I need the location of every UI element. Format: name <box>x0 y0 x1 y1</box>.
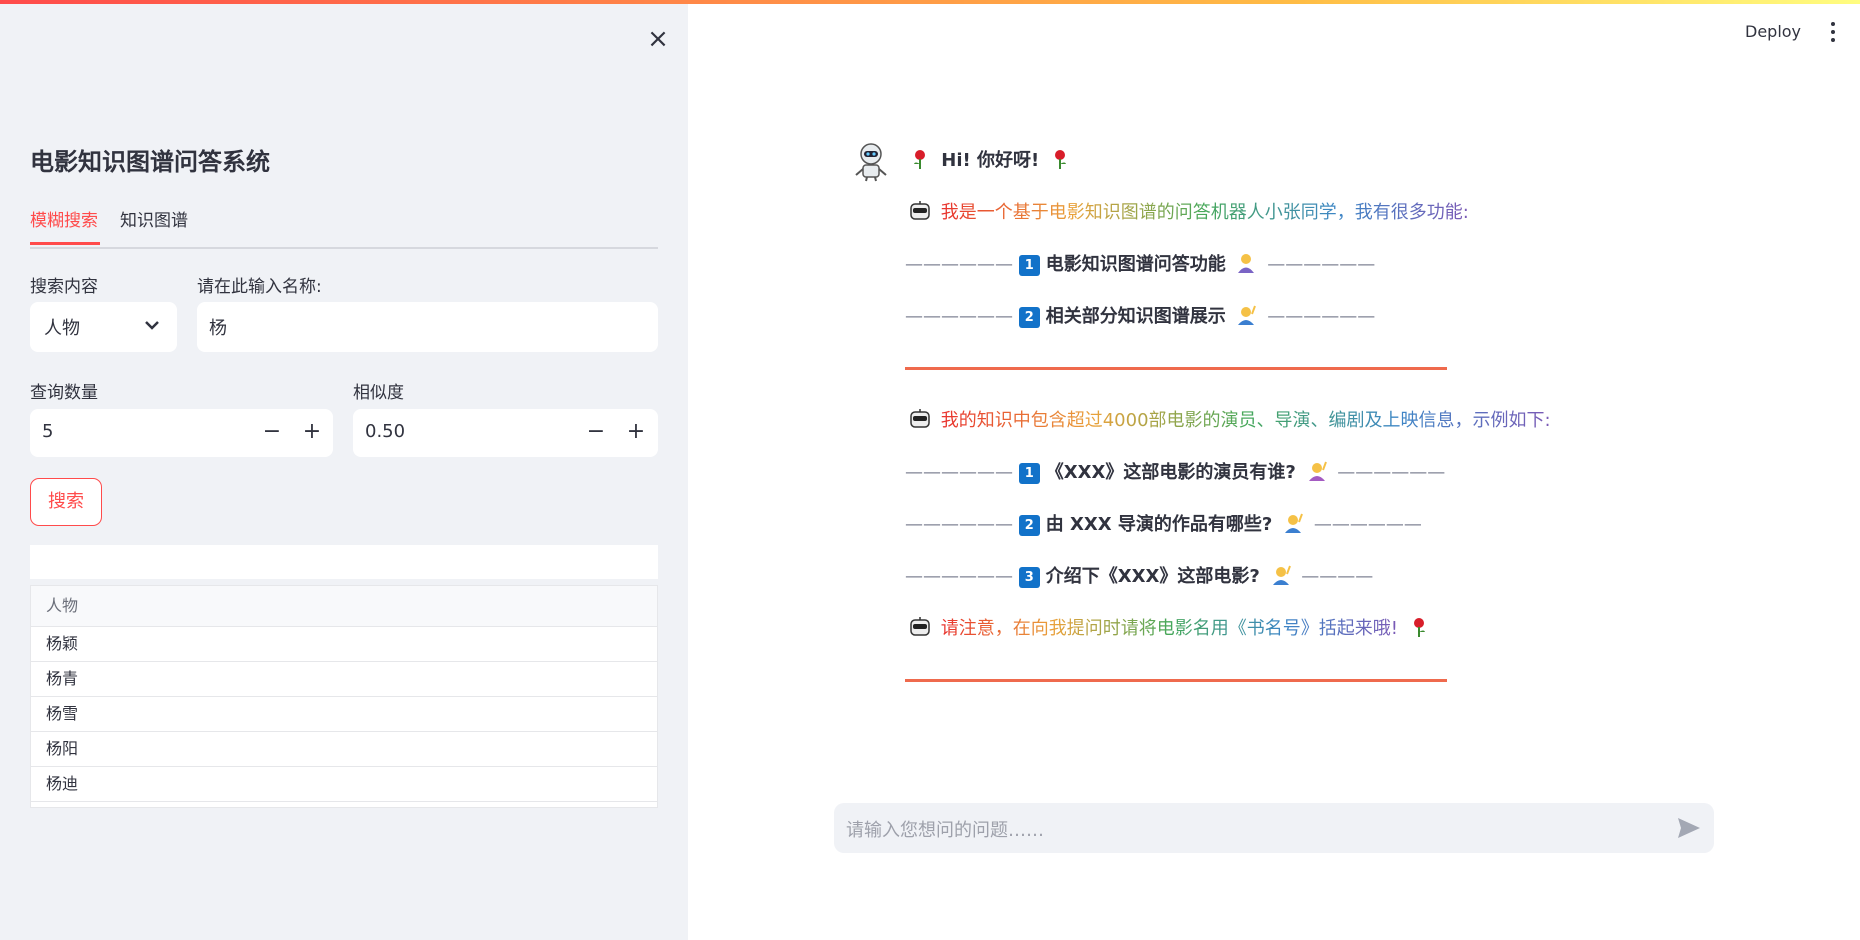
dash-right: —————— <box>1267 306 1376 327</box>
dash-left: —————— <box>905 514 1013 535</box>
close-sidebar-icon[interactable]: × <box>643 24 673 54</box>
search-type-label: 搜索内容 <box>30 277 98 297</box>
notice-text: 请注意，在向我提问时请将电影名用《书名号》括起来哦! <box>940 618 1398 639</box>
app-title: 电影知识图谱问答系统 <box>30 148 270 176</box>
keycap-2-icon: 2 <box>1018 515 1040 536</box>
dash-left: —————— <box>905 462 1013 483</box>
table-row[interactable]: 杨颖 <box>31 627 657 662</box>
keycap-1-icon: 1 <box>1018 255 1040 276</box>
person-bowing-icon <box>1235 252 1257 274</box>
intro-line: 我是一个基于电影知识图谱的问答机器人小张同学，我有很多功能: <box>905 198 1469 224</box>
example-1-text: 《XXX》这部电影的演员有谁? <box>1045 462 1296 483</box>
keycap-2-icon: 2 <box>1018 307 1040 328</box>
example-line-2: —————— 2由 XXX 导演的作品有哪些? —————— <box>905 510 1422 536</box>
dash-left: —————— <box>905 566 1013 587</box>
feature-line-1: —————— 1 电影知识图谱问答功能 —————— <box>905 250 1375 276</box>
knowledge-line: 我的知识中包含超过4000部电影的演员、导演、编剧及上映信息，示例如下: <box>905 406 1551 432</box>
search-type-select[interactable]: 人物 <box>30 302 177 352</box>
dash-right: —————— <box>1313 514 1422 535</box>
example-2-text: 由 XXX 导演的作品有哪些? <box>1045 514 1273 535</box>
robot-face-icon <box>909 616 931 638</box>
rose-icon <box>1408 616 1430 638</box>
similarity-label: 相似度 <box>353 383 404 403</box>
robot-face-icon <box>909 408 931 430</box>
count-number-input[interactable]: 5 − + <box>30 409 333 457</box>
rose-icon <box>1049 148 1071 170</box>
robot-face-icon <box>909 200 931 222</box>
divider-rule <box>905 367 1447 370</box>
table-header-person[interactable]: 人物 <box>31 586 657 627</box>
person-raising-hand-icon <box>1282 512 1304 534</box>
example-line-1: —————— 1 《XXX》这部电影的演员有谁? —————— <box>905 458 1445 484</box>
example-3-text: 介绍下《XXX》这部电影? <box>1045 566 1260 587</box>
dash-right: ———— <box>1301 566 1374 587</box>
similarity-number-input[interactable]: 0.50 − + <box>353 409 658 457</box>
keycap-3-icon: 3 <box>1018 567 1040 588</box>
feature-line-2: —————— 2 相关部分知识图谱展示 —————— <box>905 302 1375 328</box>
search-button[interactable]: 搜索 <box>30 478 102 526</box>
keycap-1-icon: 1 <box>1018 463 1040 484</box>
intro-text: 我是一个基于电影知识图谱的问答机器人小张同学，我有很多功能: <box>940 202 1469 223</box>
deploy-button[interactable]: Deploy <box>1745 22 1801 41</box>
count-value: 5 <box>42 421 54 442</box>
tab-fuzzy-search[interactable]: 模糊搜索 <box>30 207 100 245</box>
similarity-decrement-button[interactable]: − <box>581 417 611 447</box>
count-increment-button[interactable]: + <box>297 417 327 447</box>
tab-bar: 模糊搜索 知识图谱 <box>30 207 658 249</box>
chat-input[interactable]: 请输入您想问的问题…… <box>834 803 1714 853</box>
dash-right: —————— <box>1267 254 1376 275</box>
person-raising-hand-icon <box>1235 304 1257 326</box>
greeting-text: Hi! 你好呀! <box>941 150 1040 171</box>
search-type-value: 人物 <box>44 318 80 339</box>
rose-icon <box>909 148 931 170</box>
divider-rule <box>905 679 1447 682</box>
knowledge-text: 我的知识中包含超过4000部电影的演员、导演、编剧及上映信息，示例如下: <box>940 410 1551 431</box>
table-row[interactable]: 杨迪 <box>31 767 657 802</box>
person-raising-hand-icon <box>1306 460 1328 482</box>
count-label: 查询数量 <box>30 383 98 403</box>
dash-left: —————— <box>905 306 1013 327</box>
example-line-3: —————— 3 介绍下《XXX》这部电影? ———— <box>905 562 1373 588</box>
tab-knowledge-graph[interactable]: 知识图谱 <box>120 207 192 245</box>
similarity-value: 0.50 <box>365 421 406 442</box>
table-row[interactable]: 杨阳 <box>31 732 657 767</box>
robot-avatar-icon <box>852 142 890 182</box>
results-table[interactable]: 人物 杨颖 杨青 杨雪 杨阳 杨迪 <box>30 585 658 808</box>
person-raising-hand-icon <box>1270 564 1292 586</box>
table-toolbar <box>30 545 658 579</box>
name-input[interactable]: 杨 <box>197 302 658 352</box>
dash-right: —————— <box>1337 462 1446 483</box>
similarity-increment-button[interactable]: + <box>621 417 651 447</box>
chevron-down-icon <box>145 311 159 346</box>
main-menu-icon[interactable] <box>1825 18 1841 48</box>
table-row[interactable]: 杨雪 <box>31 697 657 732</box>
feature-2-text: 相关部分知识图谱展示 <box>1045 306 1226 327</box>
count-decrement-button[interactable]: − <box>257 417 287 447</box>
name-input-label: 请在此输入名称: <box>197 277 322 297</box>
feature-1-text: 电影知识图谱问答功能 <box>1045 254 1226 275</box>
notice-line: 请注意，在向我提问时请将电影名用《书名号》括起来哦! <box>905 614 1434 640</box>
send-icon[interactable] <box>1676 815 1702 841</box>
table-row[interactable]: 杨青 <box>31 662 657 697</box>
dash-left: —————— <box>905 254 1013 275</box>
greeting-line: Hi! 你好呀! <box>905 146 1075 172</box>
